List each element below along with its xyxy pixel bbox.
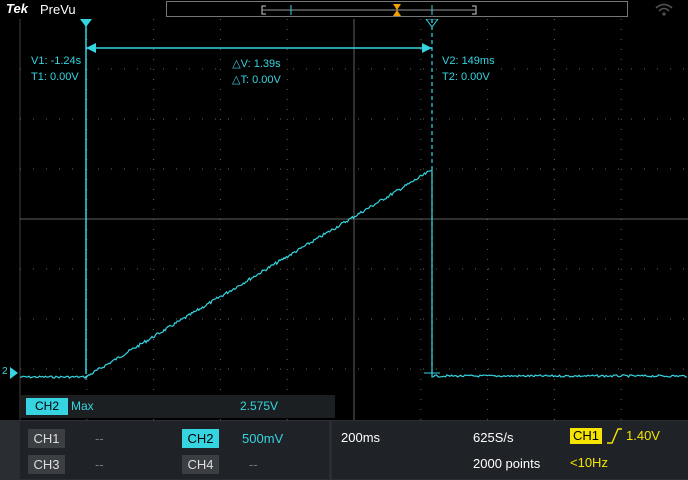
cursor2-readout: V2: 149ms T2: 0.00V — [438, 52, 499, 86]
ch1-button[interactable]: CH1 — [28, 429, 65, 448]
ch2-channel-number: 2 — [2, 366, 8, 377]
measurement-value: 2.575V — [240, 399, 279, 413]
measurement-channel: CH2 — [26, 398, 68, 415]
cursor-delta-readout: △V: 1.39s △T: 0.00V — [228, 55, 285, 89]
trigger-level[interactable]: 1.40V — [626, 428, 660, 444]
measurement-type: Max — [71, 399, 94, 413]
acquisition-mode: PreVu — [40, 2, 76, 17]
ch2-button[interactable]: CH2 — [182, 429, 219, 448]
cursor1-value: T1: 0.00V — [31, 71, 79, 83]
ch2-scale[interactable]: 500mV — [242, 429, 283, 448]
record-overview[interactable] — [166, 1, 628, 17]
ch2-offset-marker[interactable] — [10, 367, 18, 379]
record-length[interactable]: 2000 points — [473, 454, 540, 473]
trigger-source[interactable]: CH1 — [570, 428, 603, 444]
measurement-badge[interactable]: CH2 Max 2.575V — [21, 395, 335, 418]
ch4-button[interactable]: CH4 — [182, 455, 219, 474]
brand-logo: Tek — [6, 1, 28, 16]
wifi-icon — [655, 1, 673, 20]
ch1-scale: -- — [95, 431, 104, 446]
cursor-delta-position: △V: 1.39s — [232, 58, 281, 70]
channel-panel: CH1 -- CH2 500mV CH3 -- CH4 -- — [20, 421, 329, 479]
cursor-handle-icon[interactable] — [80, 19, 92, 27]
ch3-scale: -- — [95, 457, 104, 472]
ch4-scale: -- — [249, 457, 258, 472]
horizontal-trigger-panel[interactable]: 200ms 625S/s 2000 points CH1 1.40V <10Hz — [332, 421, 688, 479]
cursor1-readout: V1: -1.24s T1: 0.00V — [27, 52, 86, 86]
waveform-display[interactable] — [0, 19, 688, 420]
cursor2-position: V2: 149ms — [442, 55, 495, 67]
graticule — [19, 19, 688, 420]
top-status-bar: Tek PreVu — [0, 0, 688, 19]
sample-rate: 625S/s — [473, 430, 514, 445]
trigger-frequency: <10Hz — [570, 455, 608, 470]
settings-bar: CH1 -- CH2 500mV CH3 -- CH4 -- 200ms 625… — [0, 420, 688, 480]
ch3-button[interactable]: CH3 — [28, 455, 65, 474]
horizontal-scale[interactable]: 200ms — [341, 428, 380, 447]
cursor2-value: T2: 0.00V — [442, 71, 490, 83]
trigger-slope-rising-icon[interactable] — [605, 427, 623, 448]
cursor1-position: V1: -1.24s — [31, 55, 82, 67]
cursor-delta-value: △T: 0.00V — [232, 74, 281, 86]
